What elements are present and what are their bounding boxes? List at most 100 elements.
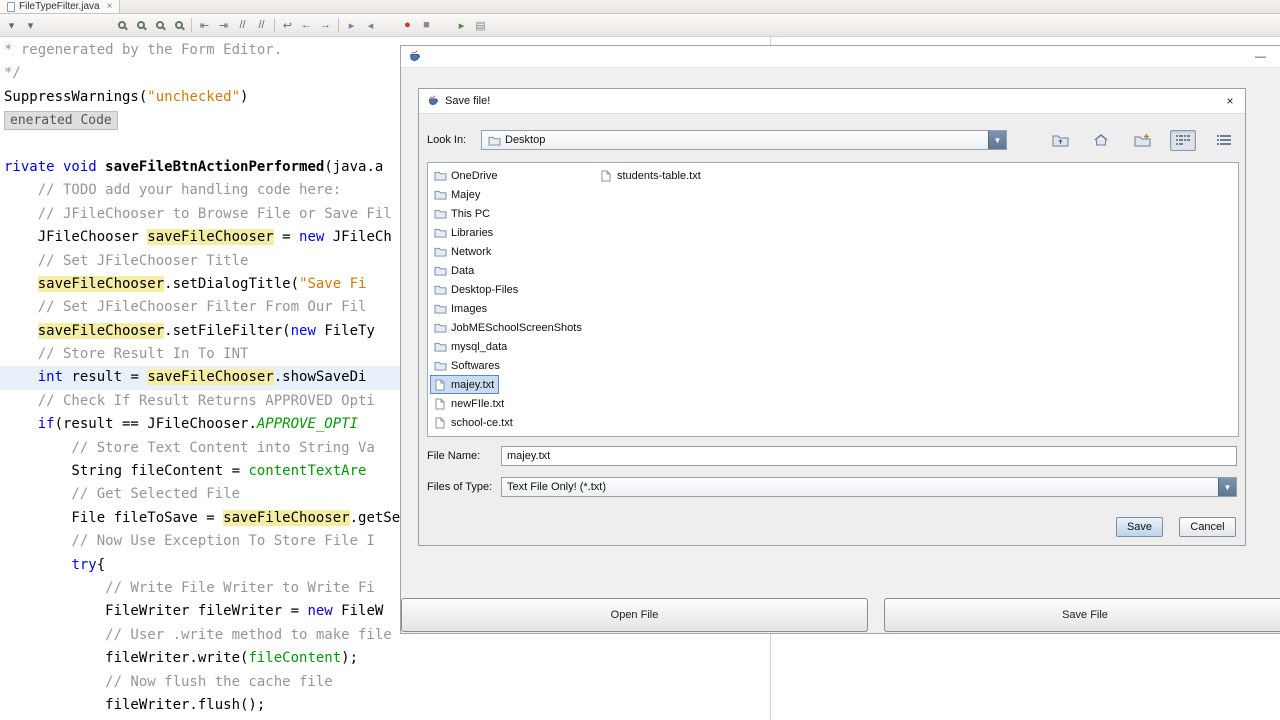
code-token: = [273, 229, 300, 246]
back-dropdown[interactable]: ▾ [2, 16, 21, 34]
code-token: saveFileChooser [37, 322, 165, 339]
chevron-down-icon[interactable]: ▼ [1218, 478, 1236, 496]
folder-icon [487, 135, 501, 146]
details-view-button[interactable] [1211, 130, 1237, 151]
open-file-button[interactable]: Open File [401, 598, 868, 632]
highlight-matches-icon[interactable] [169, 16, 188, 34]
folder-item[interactable]: Images [430, 299, 492, 318]
minimize-button[interactable]: — [1255, 51, 1266, 63]
file-item[interactable]: school-ce.txt [430, 413, 518, 432]
look-in-combobox[interactable]: Desktop ▼ [481, 130, 1007, 150]
code-token: fileContent [248, 650, 342, 667]
shift-right-icon[interactable]: ⇥ [214, 16, 233, 34]
home-button[interactable] [1088, 130, 1114, 151]
tab-title: FileTypeFilter.java [19, 1, 100, 12]
find-selection-icon[interactable] [112, 16, 131, 34]
folder-item[interactable]: Data [430, 261, 479, 280]
code-line[interactable]: fileWriter.write(fileContent); [4, 647, 1280, 670]
code-token: JFileCh [324, 229, 392, 246]
folder-item[interactable]: This PC [430, 204, 495, 223]
folder-icon [433, 360, 447, 371]
file-name-row: File Name: [427, 446, 1237, 466]
back-icon[interactable]: ← [297, 16, 316, 34]
chooser-toolbar [1047, 129, 1237, 151]
file-item-label: Data [451, 264, 475, 277]
code-token: .getSe [349, 509, 401, 526]
folder-icon [433, 170, 447, 181]
code-line[interactable]: // Now flush the cache file [4, 671, 1280, 694]
collapsed-code-fold[interactable]: enerated Code [4, 110, 118, 130]
next-bookmark-icon[interactable]: ▸ [342, 16, 361, 34]
find-previous-icon[interactable] [150, 16, 169, 34]
code-token: ); [341, 650, 359, 667]
code-token: fileWriter.flush(); [4, 696, 266, 713]
folder-item[interactable]: Softwares [430, 356, 505, 375]
file-list[interactable]: OneDrive Majey This PC Libraries Network Data… [427, 162, 1239, 437]
up-folder-button[interactable] [1047, 130, 1073, 151]
save-file-dialog: Save file! × Look In: Desktop ▼ OneDrive… [418, 88, 1246, 546]
file-item-label: Softwares [451, 359, 500, 372]
folder-item[interactable]: Network [430, 242, 496, 261]
uncomment-lines-icon[interactable]: // [252, 16, 271, 34]
folder-item[interactable]: Majey [430, 185, 485, 204]
forward-icon[interactable]: → [316, 16, 335, 34]
folder-icon [433, 322, 447, 333]
code-token: APPROVE_OPTI [256, 416, 359, 433]
code-token: // Set JFileChooser Title [4, 252, 249, 269]
file-item[interactable]: students-table.txt [596, 166, 706, 185]
folder-item[interactable]: Desktop-Files [430, 280, 523, 299]
code-token: int [37, 369, 64, 386]
save-button[interactable]: Save [1116, 517, 1163, 537]
find-next-icon[interactable] [131, 16, 150, 34]
close-icon[interactable]: × [1223, 94, 1237, 108]
comment-lines-icon[interactable]: // [233, 16, 252, 34]
list-view-button[interactable] [1170, 129, 1196, 151]
folder-icon [433, 246, 447, 257]
code-token: FileWriter fileWriter = [4, 603, 308, 620]
code-token: .setDialogTitle( [164, 275, 300, 292]
toolbar-separator [191, 18, 192, 32]
previous-bookmark-icon[interactable]: ◂ [361, 16, 380, 34]
code-token: FileW [332, 603, 384, 620]
code-token: "Save Fi [299, 275, 367, 292]
chevron-down-icon[interactable]: ▼ [988, 131, 1006, 149]
file-item-label: Images [451, 302, 488, 315]
tab-filetypefilter[interactable]: FileTypeFilter.java × [0, 0, 121, 13]
save-file-button[interactable]: Save File [884, 598, 1280, 632]
memory-view-icon[interactable]: ▤ [471, 16, 490, 34]
code-token: .showSaveDi [273, 369, 367, 386]
look-in-label: Look In: [427, 134, 467, 146]
forward-dropdown[interactable]: ▾ [21, 16, 40, 34]
new-folder-button[interactable] [1129, 130, 1155, 151]
files-of-type-row: Files of Type: Text File Only! (*.txt) ▼ [427, 477, 1237, 497]
shift-left-icon[interactable]: ⇤ [195, 16, 214, 34]
code-token: // Get Selected File [4, 486, 241, 503]
last-edit-icon[interactable]: ↩ [278, 16, 297, 34]
frame-titlebar: — [401, 46, 1280, 68]
code-token: // Store Result In To INT [4, 346, 249, 363]
dialog-titlebar: Save file! × [419, 89, 1245, 114]
folder-item[interactable]: mysql_data [430, 337, 512, 356]
file-item[interactable]: newFIle.txt [430, 394, 509, 413]
folder-item[interactable]: Libraries [430, 223, 498, 242]
stop-macro-icon[interactable]: ■ [417, 16, 436, 34]
code-line[interactable]: fileWriter.flush(); [4, 694, 1280, 717]
file-icon [433, 379, 447, 391]
file-item[interactable]: majey.txt [430, 375, 500, 394]
code-token: JFileChooser [4, 229, 148, 246]
files-of-type-combobox[interactable]: Text File Only! (*.txt) ▼ [501, 477, 1237, 497]
run-selection-icon[interactable]: ▸ [452, 16, 471, 34]
folder-icon [433, 284, 447, 295]
folder-item[interactable]: JobMESchoolScreenShots [430, 318, 587, 337]
code-token: new [290, 322, 316, 339]
record-macro-icon[interactable]: ● [398, 16, 417, 34]
magnifier-glyph [155, 21, 164, 29]
file-item-label: Desktop-Files [451, 283, 519, 296]
folder-item[interactable]: OneDrive [430, 166, 502, 185]
file-name-input[interactable] [501, 446, 1237, 466]
app-frame: — Save file! × Look In: Desktop ▼ OneDri… [400, 45, 1280, 634]
cancel-button[interactable]: Cancel [1179, 517, 1236, 537]
tab-close-icon[interactable]: × [107, 1, 113, 12]
